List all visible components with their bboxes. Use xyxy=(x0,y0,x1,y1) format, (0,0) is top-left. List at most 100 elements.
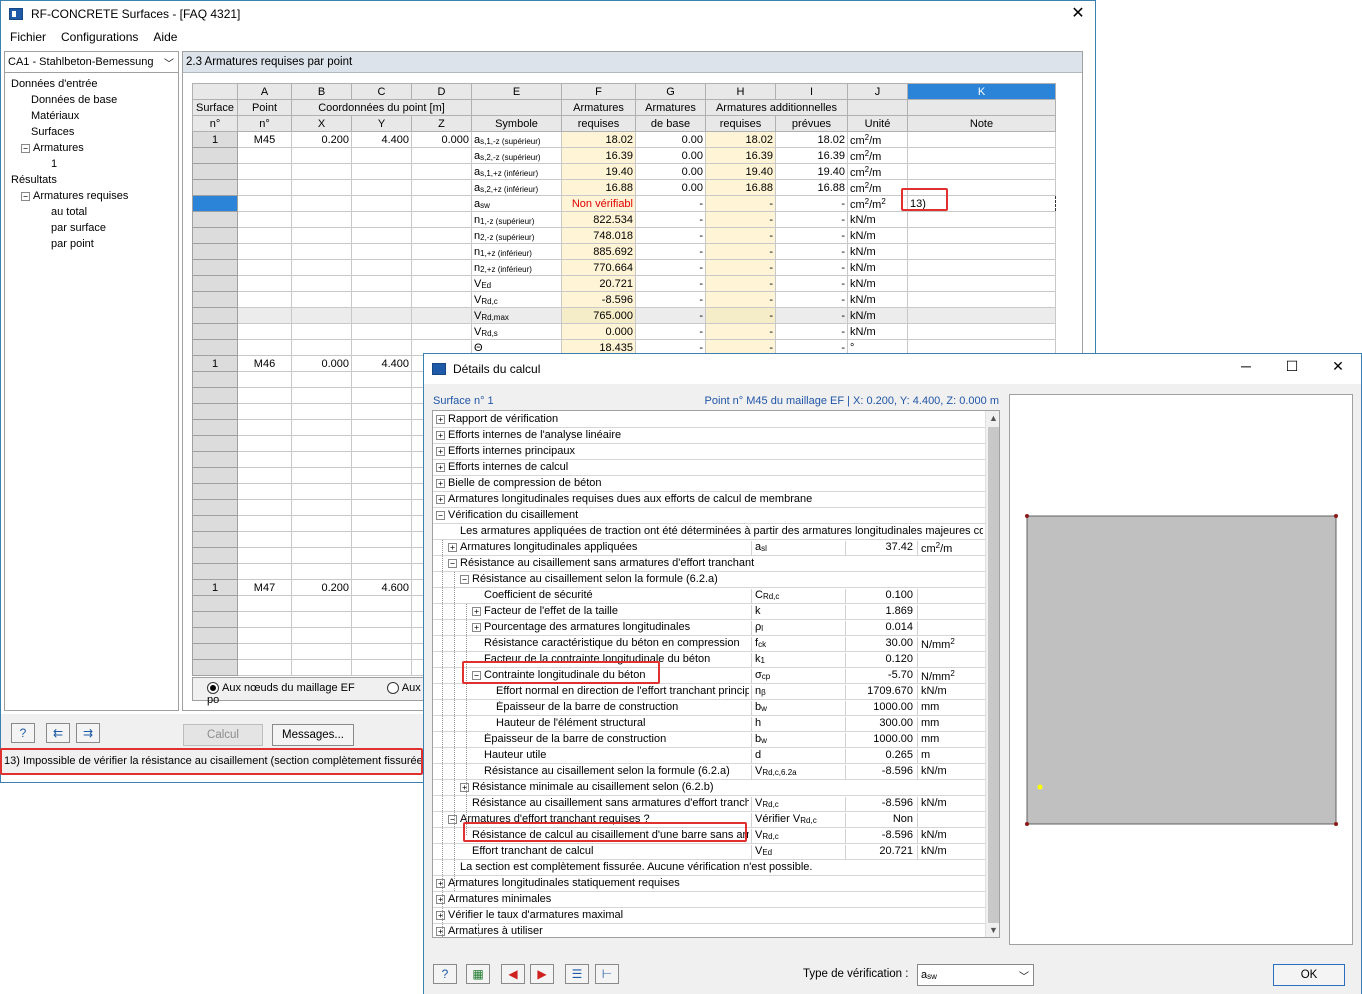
cell-symbol[interactable]: as,1,-z (supérieur) xyxy=(471,131,562,148)
cell-empty[interactable] xyxy=(351,307,412,324)
cell-unit[interactable]: kN/m xyxy=(847,227,908,244)
nav-item[interactable]: par surface xyxy=(5,220,178,236)
cell-unit[interactable]: kN/m xyxy=(847,323,908,340)
cell-empty[interactable] xyxy=(291,323,352,340)
row-header[interactable] xyxy=(192,643,238,660)
cell-empty[interactable] xyxy=(237,275,292,292)
row-header[interactable] xyxy=(192,211,238,228)
expand-icon[interactable]: + xyxy=(472,606,481,616)
cell-add-provided[interactable]: - xyxy=(775,323,848,340)
cell-y[interactable]: 4.600 xyxy=(351,579,412,596)
cell-empty[interactable] xyxy=(351,483,412,500)
cell-empty[interactable] xyxy=(237,403,292,420)
row-header[interactable] xyxy=(192,163,238,180)
row-header[interactable] xyxy=(192,451,238,468)
row-header[interactable] xyxy=(192,195,238,212)
minimize-icon[interactable]: ─ xyxy=(1224,358,1268,374)
cell-empty[interactable] xyxy=(351,435,412,452)
cell-empty[interactable] xyxy=(351,451,412,468)
cell-empty[interactable] xyxy=(237,467,292,484)
cell-empty[interactable] xyxy=(291,403,352,420)
cell-required[interactable]: 19.40 xyxy=(561,163,636,180)
cell-empty[interactable] xyxy=(411,211,472,228)
expand-icon[interactable]: + xyxy=(436,878,445,888)
cell-empty[interactable] xyxy=(411,179,472,196)
dialog-close-icon[interactable]: ✕ xyxy=(1316,358,1360,375)
cell-empty[interactable] xyxy=(291,435,352,452)
cell-empty[interactable] xyxy=(351,563,412,580)
cell-symbol[interactable]: as,2,-z (supérieur) xyxy=(471,147,562,164)
cell-empty[interactable] xyxy=(237,531,292,548)
collapse-icon[interactable]: − xyxy=(436,510,445,520)
row-header[interactable] xyxy=(192,323,238,340)
help-icon[interactable]: ? xyxy=(11,723,35,743)
cell-empty[interactable] xyxy=(351,659,412,676)
cell-base[interactable]: - xyxy=(635,243,706,260)
cell-empty[interactable] xyxy=(291,483,352,500)
cell-add-provided[interactable]: - xyxy=(775,275,848,292)
cell-empty[interactable] xyxy=(351,611,412,628)
cell-add-required[interactable]: 18.02 xyxy=(705,131,776,148)
row-header[interactable] xyxy=(192,595,238,612)
expand-icon[interactable]: + xyxy=(436,462,445,472)
cell-symbol[interactable]: VRd,max xyxy=(471,307,562,324)
cell-required[interactable]: 20.721 xyxy=(561,275,636,292)
cell-empty[interactable] xyxy=(351,227,412,244)
cell-empty[interactable] xyxy=(291,611,352,628)
cell-empty[interactable] xyxy=(291,515,352,532)
tree-icon[interactable]: ⊢ xyxy=(595,964,619,984)
cell-empty[interactable] xyxy=(237,291,292,308)
maximize-icon[interactable]: ☐ xyxy=(1270,358,1314,375)
cell-empty[interactable] xyxy=(291,211,352,228)
row-header[interactable] xyxy=(192,547,238,564)
messages-button[interactable]: Messages... xyxy=(272,724,354,746)
cell-point[interactable]: M46 xyxy=(237,355,292,372)
col-letter-h[interactable]: H xyxy=(705,83,776,100)
cell-empty[interactable] xyxy=(237,611,292,628)
expand-icon[interactable]: + xyxy=(436,414,445,424)
cell-symbol[interactable]: n1,+z (inférieur) xyxy=(471,243,562,260)
menu-fichier[interactable]: Fichier xyxy=(10,30,46,44)
cell-empty[interactable] xyxy=(291,627,352,644)
cell-empty[interactable] xyxy=(237,371,292,388)
cell-symbol[interactable]: VRd,s xyxy=(471,323,562,340)
col-letter-a[interactable]: A xyxy=(237,83,292,100)
collapse-icon[interactable]: − xyxy=(460,574,469,584)
cell-note[interactable] xyxy=(907,179,1056,196)
cell-base[interactable]: - xyxy=(635,195,706,212)
cell-symbol[interactable]: VEd xyxy=(471,275,562,292)
expand-icon[interactable]: + xyxy=(436,910,445,920)
cell-unit[interactable]: kN/m xyxy=(847,259,908,276)
cell-empty[interactable] xyxy=(351,243,412,260)
cell-symbol[interactable]: as,1,+z (inférieur) xyxy=(471,163,562,180)
row-header[interactable] xyxy=(192,403,238,420)
cell-base[interactable]: - xyxy=(635,307,706,324)
collapse-icon[interactable]: − xyxy=(472,670,481,680)
cell-empty[interactable] xyxy=(237,163,292,180)
cell-unit[interactable]: cm2/m xyxy=(847,147,908,164)
cell-base[interactable]: - xyxy=(635,275,706,292)
menu-configurations[interactable]: Configurations xyxy=(61,30,138,44)
expand-icon[interactable]: + xyxy=(436,894,445,904)
collapse-icon[interactable]: − xyxy=(448,558,457,568)
cell-unit[interactable]: cm2/m xyxy=(847,163,908,180)
cell-required[interactable]: 770.664 xyxy=(561,259,636,276)
cell-add-required[interactable]: 16.88 xyxy=(705,179,776,196)
col-letter-g[interactable]: G xyxy=(635,83,706,100)
cell-symbol[interactable]: VRd,c xyxy=(471,291,562,308)
cell-empty[interactable] xyxy=(237,595,292,612)
cell-empty[interactable] xyxy=(351,627,412,644)
row-header[interactable] xyxy=(192,259,238,276)
expand-icon[interactable]: + xyxy=(436,430,445,440)
cell-add-required[interactable]: - xyxy=(705,291,776,308)
nav-item[interactable]: Données d'entrée xyxy=(5,76,178,92)
cell-note[interactable] xyxy=(907,259,1056,276)
cell-add-required[interactable]: - xyxy=(705,307,776,324)
cell-base[interactable]: 0.00 xyxy=(635,131,706,148)
cell-symbol[interactable]: n2,-z (supérieur) xyxy=(471,227,562,244)
cell-unit[interactable]: cm2/m xyxy=(847,131,908,148)
close-icon[interactable]: ✕ xyxy=(1061,1,1095,27)
row-header[interactable] xyxy=(192,499,238,516)
cell-symbol[interactable]: n1,-z (supérieur) xyxy=(471,211,562,228)
cell-note[interactable] xyxy=(907,163,1056,180)
